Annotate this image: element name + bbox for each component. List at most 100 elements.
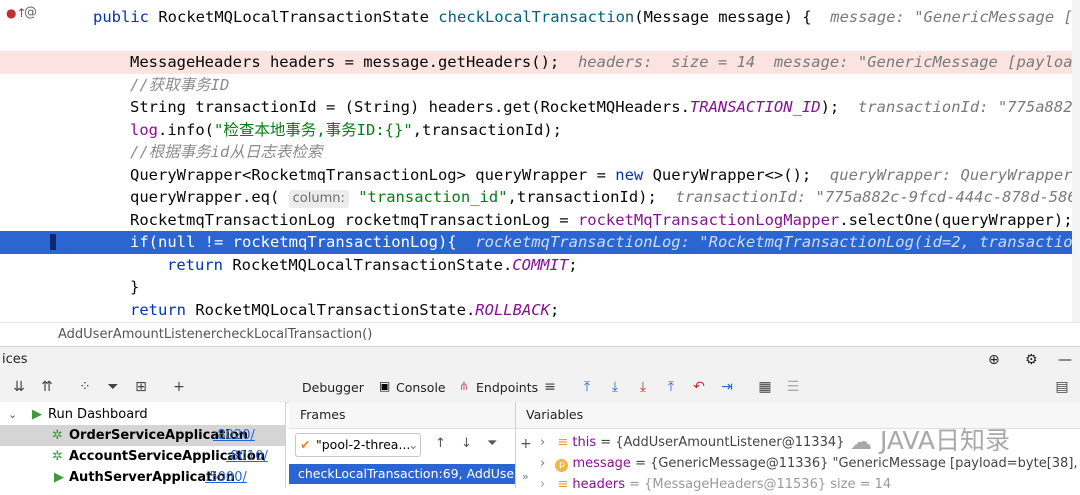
arrow-down-icon[interactable]: ↓ — [461, 436, 472, 451]
gear-icon[interactable]: ⚙ — [1025, 347, 1038, 373]
group-icon[interactable]: ⁘ — [76, 378, 94, 396]
tab-debugger[interactable]: Debugger — [302, 380, 364, 395]
code-editor[interactable]: ●↑ @ public RocketMQLocalTransactionStat… — [0, 0, 1080, 322]
endpoints-icon: ⋔ — [459, 379, 470, 393]
layout-settings-icon[interactable]: ▤ — [1053, 378, 1071, 396]
code-line[interactable]: } — [0, 276, 1080, 299]
variable-name: headers — [572, 477, 625, 492]
tree-item-app[interactable]: ▶ AuthServerApplication :5000/ — [0, 467, 285, 488]
code-token: if — [130, 233, 149, 251]
tab-endpoints[interactable]: Endpoints — [476, 380, 538, 395]
code-token: TRANSACTION_ID — [689, 98, 821, 116]
editor-scrollbar[interactable] — [1072, 0, 1080, 322]
tab-console[interactable]: Console — [396, 380, 446, 395]
inline-debug-value: rocketmqTransactionLog: "RocketmqTransac… — [475, 233, 1080, 251]
add-watch-icon[interactable]: + — [520, 436, 532, 452]
frame-row-selected[interactable]: checkLocalTransaction:69, AddUserAm — [289, 464, 515, 484]
code-line[interactable]: public RocketMQLocalTransactionState che… — [0, 6, 1080, 29]
code-line[interactable]: return RocketMQLocalTransactionState.COM… — [0, 254, 1080, 277]
code-token: QueryWrapper<>(); — [652, 165, 830, 184]
code-line[interactable]: String transactionId = (String) headers.… — [0, 96, 1080, 119]
code-line[interactable]: QueryWrapper<RocketmqTransactionLog> que… — [0, 164, 1080, 187]
filter-icon[interactable]: ⏷ — [104, 378, 122, 396]
expand-all-icon[interactable]: ⇊ — [10, 378, 28, 396]
trace-icon[interactable]: ☰ — [784, 378, 802, 396]
filter-icon[interactable]: ⏷ — [487, 436, 497, 451]
watermark: ☁ JAVA日知录 — [850, 424, 1070, 458]
parameter-icon: p — [555, 459, 569, 472]
code-line[interactable]: queryWrapper.eq( column: "transaction_id… — [0, 186, 1080, 209]
code-token: RocketMQLocalTransactionState. — [232, 255, 513, 274]
app-port-link[interactable]: :8020/ — [213, 425, 255, 446]
collapse-all-icon[interactable]: ⇈ — [38, 378, 56, 396]
layout-icon[interactable]: ⊞ — [132, 378, 150, 396]
code-token: RocketmqTransactionLog rocketmqTransacti… — [130, 210, 578, 229]
frames-panel[interactable]: Frames ✔ "pool-2-threa... ⌄ ↑ ↓ ⏷ checkL… — [289, 402, 516, 488]
drop-frame-icon[interactable]: ↶ — [690, 378, 708, 396]
run-icon: ▶ — [32, 407, 42, 422]
breadcrumb-class[interactable]: AddUserAmountListener — [58, 323, 216, 347]
evaluate-icon[interactable]: ▦ — [756, 378, 774, 396]
code-comment: //获取事务ID — [130, 75, 230, 94]
code-token: public — [93, 8, 159, 26]
step-out-icon[interactable]: ⤒ — [662, 378, 680, 396]
menu-icon[interactable]: ≡ — [541, 378, 559, 396]
current-execution-line[interactable]: if(null != rocketmqTransactionLog){ rock… — [0, 231, 1080, 254]
tree-item-label: Run Dashboard — [48, 407, 148, 422]
code-token: } — [130, 278, 140, 296]
code-line[interactable]: //根据事务id从日志表检索 — [0, 141, 1080, 164]
breadcrumb-separator: › — [203, 327, 209, 342]
code-token: new — [615, 165, 653, 184]
thread-value: "pool-2-threa... — [316, 437, 411, 452]
show-execution-point-icon[interactable]: ⤒ — [578, 378, 596, 396]
code-token: return — [167, 255, 233, 274]
add-icon[interactable]: + — [170, 378, 188, 396]
app-port-link[interactable]: :8010/ — [226, 446, 268, 467]
breadcrumb-method[interactable]: checkLocalTransaction() — [216, 323, 372, 347]
debug-toolbar: ⇊ ⇈ ⁘ ⏷ ⊞ + Debugger ▣ Console ⋔ Endpoin… — [0, 372, 1080, 403]
code-line[interactable]: log.info("检查本地事务,事务ID:{}",transactionId)… — [0, 119, 1080, 142]
chevron-right-icon[interactable]: › — [540, 435, 545, 450]
services-panel-header: ices ⊕ ⚙ — — [0, 346, 1080, 373]
code-token: (Message message) { — [634, 8, 831, 26]
code-line[interactable]: //获取事务ID — [0, 74, 1080, 97]
services-tree[interactable]: ⌄ ▶ Run Dashboard ✲ OrderServiceApplicat… — [0, 402, 286, 488]
debug-bug-icon: ✲ — [52, 428, 63, 443]
code-string: "检查本地事务,事务ID:{}" — [214, 120, 413, 139]
tree-item-run-dashboard[interactable]: ⌄ ▶ Run Dashboard — [0, 404, 285, 425]
variable-name: this — [572, 435, 597, 450]
chevron-down-icon[interactable]: ⌄ — [8, 404, 17, 425]
code-token: String transactionId = (String) headers.… — [130, 98, 690, 116]
tree-item-app[interactable]: ✲ OrderServiceApplication :8020/ — [0, 425, 285, 446]
code-token: MessageHeaders headers = message.getHead… — [130, 53, 578, 71]
variable-name: message — [572, 456, 631, 471]
run-to-cursor-icon[interactable]: ⇥ — [718, 378, 736, 396]
arrow-up-icon[interactable]: ↑ — [435, 436, 446, 451]
field-icon: ≡ — [557, 477, 569, 492]
code-line[interactable]: RocketmqTransactionLog rocketmqTransacti… — [0, 209, 1080, 232]
variable-value: = {AddUserAmountListener@11334} — [600, 435, 845, 450]
tree-item-app[interactable]: ✲ AccountServiceApplication :8010/ — [0, 446, 285, 467]
variable-row[interactable]: › ≡ this = {AddUserAmountListener@11334} — [540, 432, 844, 453]
app-port-link[interactable]: :5000/ — [205, 467, 247, 488]
code-line[interactable]: return RocketMQLocalTransactionState.ROL… — [0, 299, 1080, 322]
variable-value: = {GenericMessage@11336} "GenericMessage… — [635, 456, 1080, 471]
code-token: RocketMQLocalTransactionState. — [195, 300, 476, 319]
code-token: ; — [568, 255, 578, 274]
code-token: QueryWrapper<RocketmqTransactionLog> que… — [130, 165, 616, 184]
code-line[interactable]: MessageHeaders headers = message.getHead… — [0, 51, 1080, 74]
code-string: "transaction_id" — [348, 188, 508, 206]
minimize-icon[interactable]: — — [1058, 347, 1072, 373]
chevron-right-icon[interactable]: › — [540, 477, 545, 492]
chevron-right-icon[interactable]: › — [540, 456, 545, 471]
chevron-down-icon: ⌄ — [408, 437, 419, 452]
thread-selector[interactable]: ✔ "pool-2-threa... ⌄ — [295, 433, 421, 457]
frame-label: checkLocalTransaction:69, AddUserAm — [298, 466, 515, 481]
code-token: .selectOne(queryWrapper); — [839, 210, 1073, 229]
code-token: log — [130, 120, 158, 139]
step-over-icon[interactable]: ⤓ — [606, 378, 624, 396]
step-into-icon[interactable]: ⤓ — [634, 378, 652, 396]
variable-row[interactable]: › ≡ headers = {MessageHeaders@11536} siz… — [540, 474, 891, 495]
more-icon[interactable]: » — [522, 470, 529, 483]
target-icon[interactable]: ⊕ — [988, 347, 1000, 373]
